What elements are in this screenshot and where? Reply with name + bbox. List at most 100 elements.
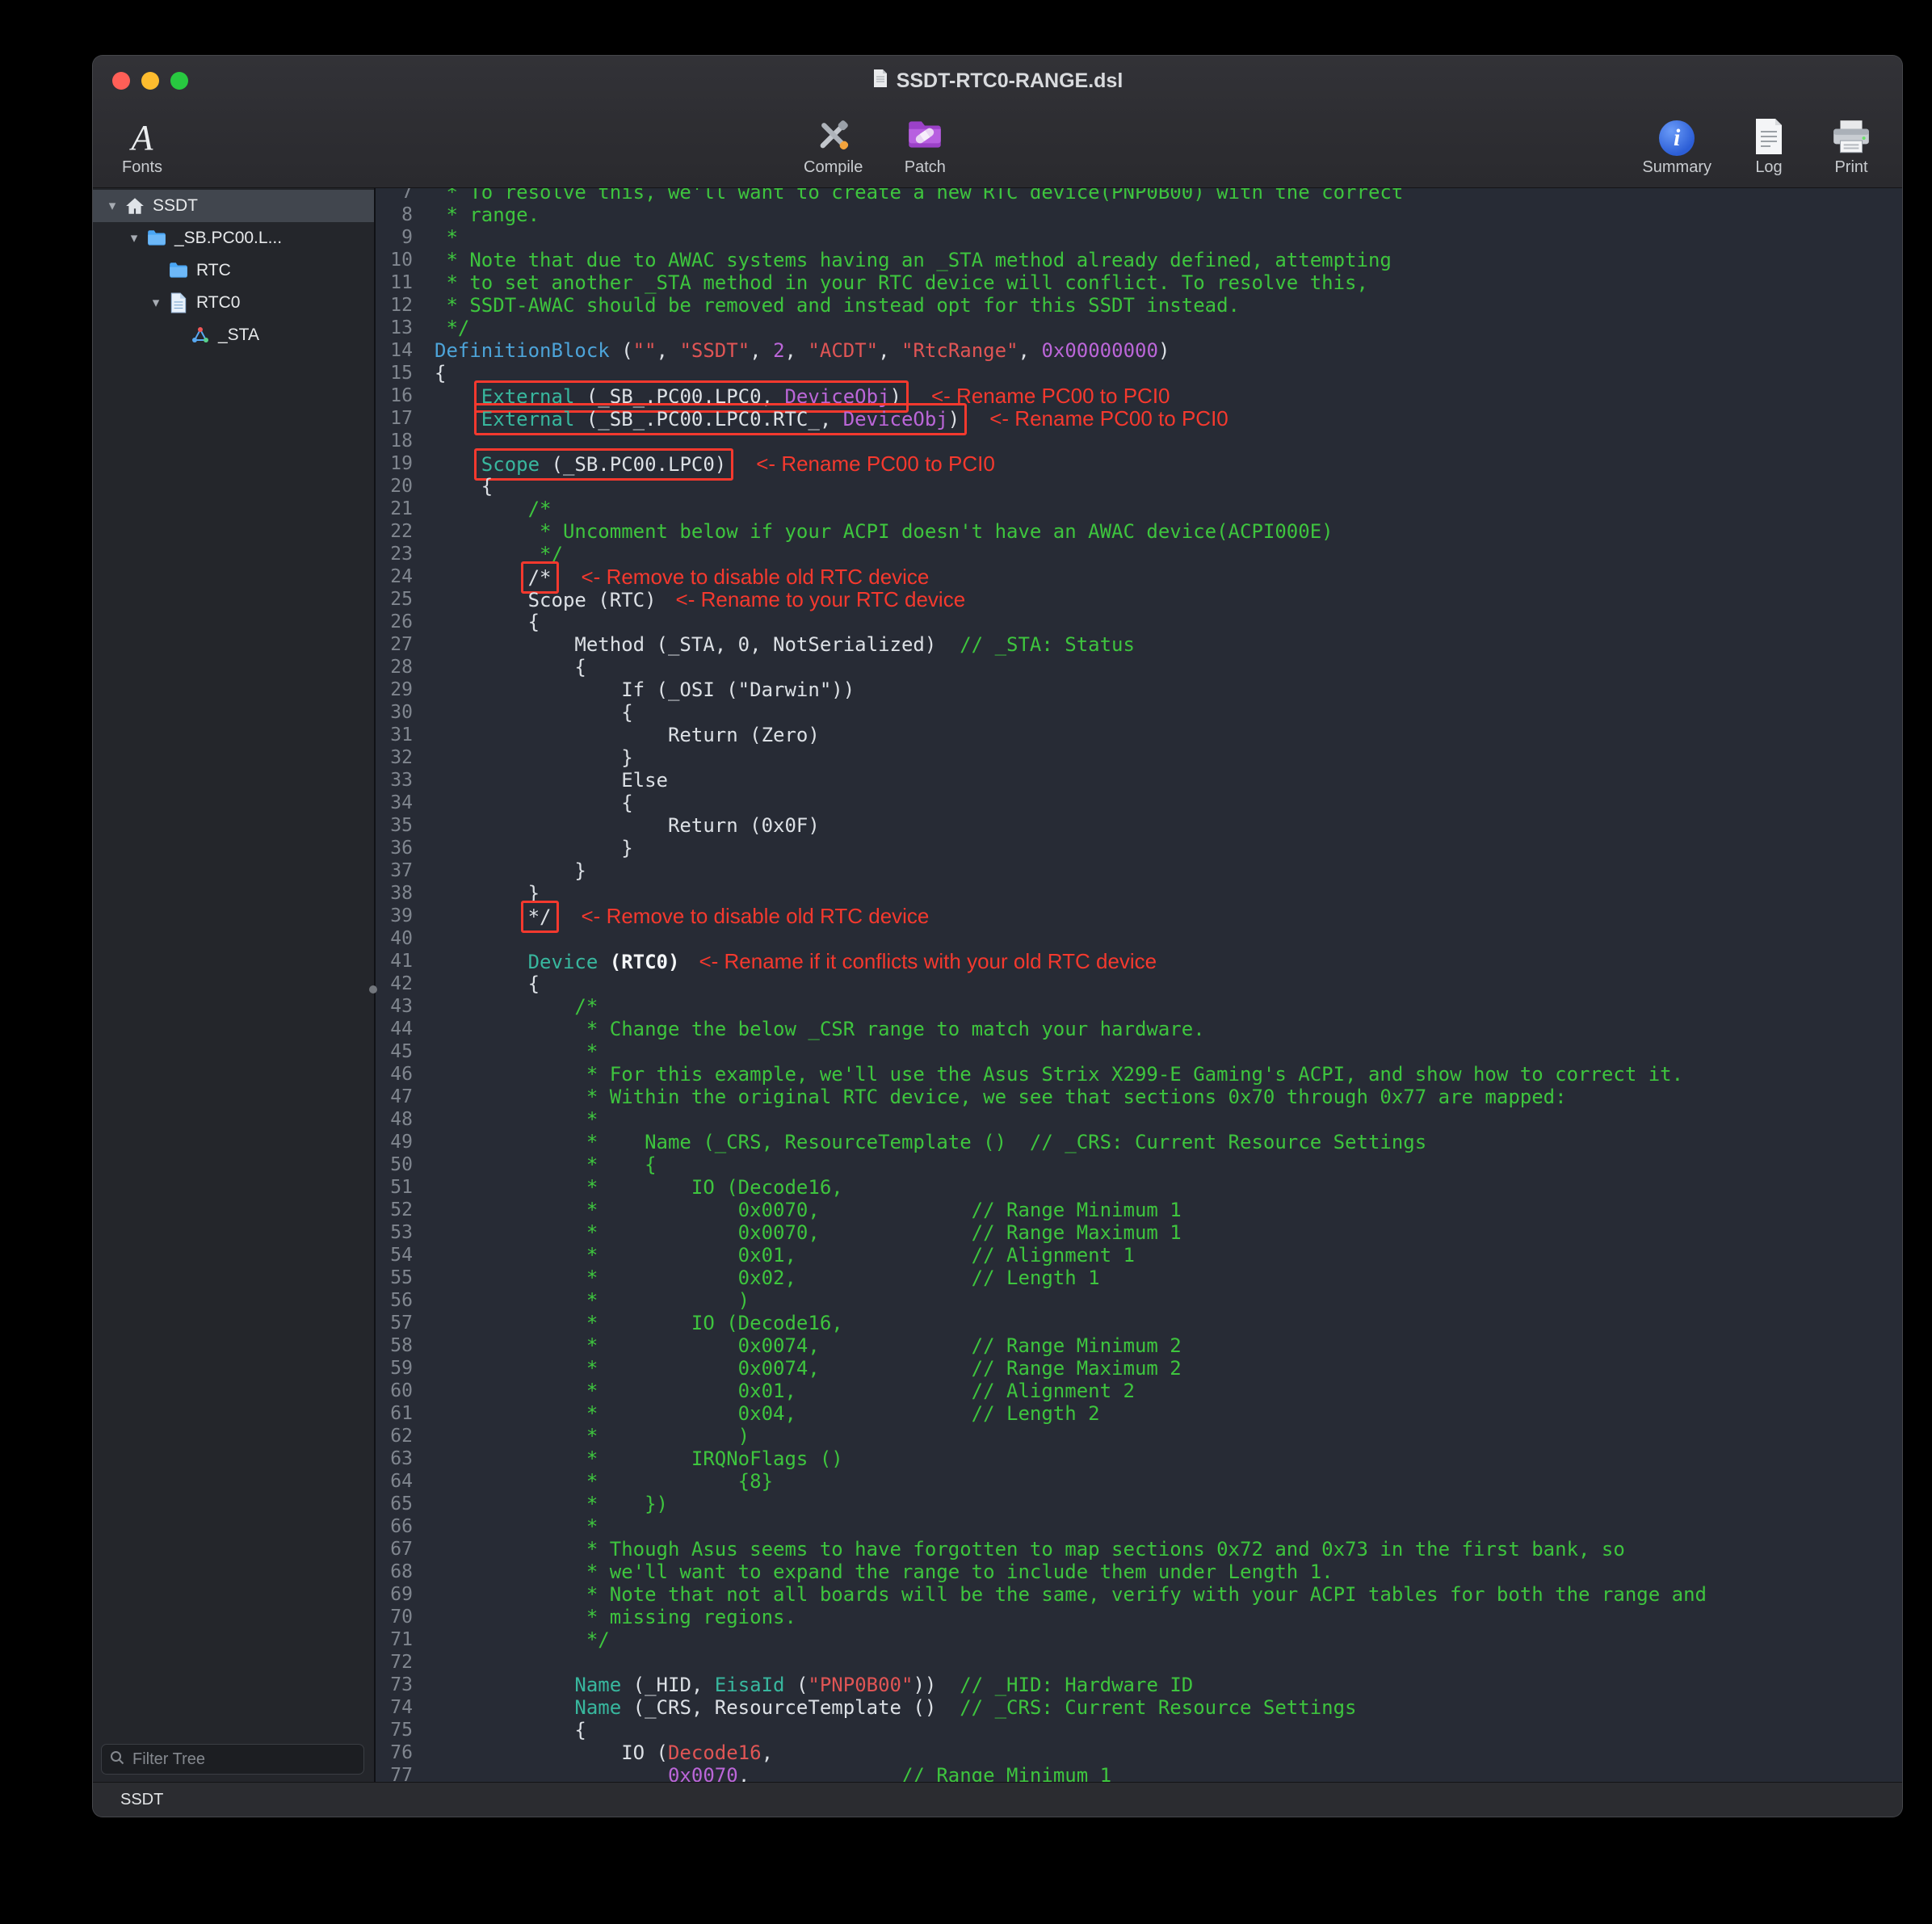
code-text[interactable]: Scope (RTC)<- Rename to your RTC device xyxy=(435,588,965,611)
code-line[interactable]: 59 * 0x0074, // Range Maximum 2 xyxy=(376,1357,1902,1380)
editor[interactable]: 7 * To resolve this, we'll want to creat… xyxy=(376,188,1902,1783)
code-line[interactable]: 47 * Within the original RTC device, we … xyxy=(376,1086,1902,1108)
sidebar-item-ssdt[interactable]: ▾SSDT xyxy=(93,190,374,222)
code-line[interactable]: 62 * ) xyxy=(376,1425,1902,1447)
toolbar-fonts-button[interactable]: AFonts xyxy=(117,111,167,177)
code-text[interactable]: * {8} xyxy=(435,1470,773,1493)
code-line[interactable]: 56 * ) xyxy=(376,1289,1902,1312)
code-text[interactable]: * xyxy=(435,226,458,249)
code-text[interactable]: * 0x01, // Alignment 2 xyxy=(435,1380,1135,1402)
code-line[interactable]: 77 0x0070, // Range Minimum 1 xyxy=(376,1764,1902,1783)
code-text[interactable]: /* xyxy=(435,995,598,1018)
code-line[interactable]: 10 * Note that due to AWAC systems havin… xyxy=(376,249,1902,271)
code-line[interactable]: 35 Return (0x0F) xyxy=(376,814,1902,837)
code-line[interactable]: 51 * IO (Decode16, xyxy=(376,1176,1902,1199)
code-line[interactable]: 50 * { xyxy=(376,1153,1902,1176)
code-text[interactable]: External (_SB_.PC00.LPC0.RTC_, DeviceObj… xyxy=(435,407,1228,430)
code-text[interactable]: * Though Asus seems to have forgotten to… xyxy=(435,1538,1625,1561)
code-line[interactable]: 44 * Change the below _CSR range to matc… xyxy=(376,1018,1902,1040)
code-line[interactable]: 49 * Name (_CRS, ResourceTemplate () // … xyxy=(376,1131,1902,1153)
code-text[interactable]: { xyxy=(435,701,633,724)
code-line[interactable]: 72 xyxy=(376,1651,1902,1674)
code-line[interactable]: 71 */ xyxy=(376,1628,1902,1651)
code-text[interactable]: } xyxy=(435,746,633,769)
code-text[interactable]: * xyxy=(435,1108,598,1131)
sidebar-item-rtc0[interactable]: ▾RTC0 xyxy=(93,287,374,319)
code-text[interactable]: * Within the original RTC device, we see… xyxy=(435,1086,1567,1108)
code-line[interactable]: 23 */ xyxy=(376,543,1902,565)
code-text[interactable]: 0x0070, // Range Minimum 1 xyxy=(435,1764,1111,1783)
sidebar-item-sta[interactable]: _STA xyxy=(93,319,374,351)
code-line[interactable]: 19 Scope (_SB.PC00.LPC0)<- Rename PC00 t… xyxy=(376,452,1902,475)
code-line[interactable]: 67 * Though Asus seems to have forgotten… xyxy=(376,1538,1902,1561)
code-text[interactable]: * For this example, we'll use the Asus S… xyxy=(435,1063,1683,1086)
code-text[interactable]: * { xyxy=(435,1153,657,1176)
code-text[interactable]: Device (RTC0)<- Rename if it conflicts w… xyxy=(435,950,1157,973)
code-text[interactable]: * 0x0070, // Range Maximum 1 xyxy=(435,1221,1182,1244)
code-line[interactable]: 11 * to set another _STA method in your … xyxy=(376,271,1902,294)
code-text[interactable]: { xyxy=(435,362,446,384)
code-text[interactable]: } xyxy=(435,859,586,882)
toolbar-patch-button[interactable]: Patch xyxy=(900,111,950,177)
code-text[interactable]: * Note that not all boards will be the s… xyxy=(435,1583,1707,1606)
code-line[interactable]: 43 /* xyxy=(376,995,1902,1018)
code-text[interactable]: { xyxy=(435,1719,586,1741)
code-text[interactable]: DefinitionBlock ("", "SSDT", 2, "ACDT", … xyxy=(435,339,1170,362)
toolbar-summary-button[interactable]: iSummary xyxy=(1642,111,1712,177)
code-text[interactable]: Method (_STA, 0, NotSerialized) // _STA:… xyxy=(435,633,1135,656)
code-line[interactable]: 42 { xyxy=(376,973,1902,995)
code-line[interactable]: 21 /* xyxy=(376,498,1902,520)
code-text[interactable]: Name (_CRS, ResourceTemplate () // _CRS:… xyxy=(435,1696,1357,1719)
code-text[interactable]: * 0x04, // Length 2 xyxy=(435,1402,1100,1425)
code-text[interactable]: * missing regions. xyxy=(435,1606,796,1628)
code-line[interactable]: 64 * {8} xyxy=(376,1470,1902,1493)
code-line[interactable]: 70 * missing regions. xyxy=(376,1606,1902,1628)
code-line[interactable]: 27 Method (_STA, 0, NotSerialized) // _S… xyxy=(376,633,1902,656)
code-line[interactable]: 28 { xyxy=(376,656,1902,678)
code-line[interactable]: 52 * 0x0070, // Range Minimum 1 xyxy=(376,1199,1902,1221)
code-text[interactable]: * range. xyxy=(435,204,540,226)
split-handle[interactable] xyxy=(369,985,377,994)
code-line[interactable]: 46 * For this example, we'll use the Asu… xyxy=(376,1063,1902,1086)
code-text[interactable]: * SSDT-AWAC should be removed and instea… xyxy=(435,294,1240,317)
code-text[interactable]: * IO (Decode16, xyxy=(435,1312,843,1334)
code-line[interactable]: 48 * xyxy=(376,1108,1902,1131)
code-line[interactable]: 9 * xyxy=(376,226,1902,249)
code-text[interactable]: * Uncomment below if your ACPI doesn't h… xyxy=(435,520,1334,543)
code-line[interactable]: 53 * 0x0070, // Range Maximum 1 xyxy=(376,1221,1902,1244)
filter-field[interactable] xyxy=(101,1744,364,1775)
code-line[interactable]: 22 * Uncomment below if your ACPI doesn'… xyxy=(376,520,1902,543)
code-line[interactable]: 12 * SSDT-AWAC should be removed and ins… xyxy=(376,294,1902,317)
code-line[interactable]: 38 } xyxy=(376,882,1902,905)
code-line[interactable]: 68 * we'll want to expand the range to i… xyxy=(376,1561,1902,1583)
code-line[interactable]: 34 { xyxy=(376,792,1902,814)
code-line[interactable]: 25 Scope (RTC)<- Rename to your RTC devi… xyxy=(376,588,1902,611)
code-text[interactable]: Scope (_SB.PC00.LPC0)<- Rename PC00 to P… xyxy=(435,452,995,475)
code-text[interactable]: * ) xyxy=(435,1289,750,1312)
code-text[interactable]: * 0x0074, // Range Maximum 2 xyxy=(435,1357,1182,1380)
code-text[interactable]: Return (0x0F) xyxy=(435,814,820,837)
code-text[interactable]: * 0x02, // Length 1 xyxy=(435,1267,1100,1289)
toolbar-compile-button[interactable]: Compile xyxy=(804,111,863,177)
code-line[interactable]: 29 If (_OSI ("Darwin")) xyxy=(376,678,1902,701)
code-text[interactable]: */ xyxy=(435,317,469,339)
code-line[interactable]: 58 * 0x0074, // Range Minimum 2 xyxy=(376,1334,1902,1357)
code-text[interactable]: Else xyxy=(435,769,668,792)
code-line[interactable]: 41 Device (RTC0)<- Rename if it conflict… xyxy=(376,950,1902,973)
code-line[interactable]: 39 */<- Remove to disable old RTC device xyxy=(376,905,1902,927)
code-text[interactable]: * 0x0070, // Range Minimum 1 xyxy=(435,1199,1182,1221)
code-text[interactable]: { xyxy=(435,611,540,633)
code-text[interactable]: /*<- Remove to disable old RTC device xyxy=(435,565,929,588)
code-line[interactable]: 17 External (_SB_.PC00.LPC0.RTC_, Device… xyxy=(376,407,1902,430)
code-text[interactable]: */ xyxy=(435,1628,610,1651)
code-text[interactable]: { xyxy=(435,475,493,498)
code-line[interactable]: 26 { xyxy=(376,611,1902,633)
code-line[interactable]: 13 */ xyxy=(376,317,1902,339)
code-text[interactable]: { xyxy=(435,792,633,814)
disclosure-chevron-icon[interactable]: ▾ xyxy=(124,230,144,246)
code-text[interactable]: * ) xyxy=(435,1425,750,1447)
code-text[interactable]: IO (Decode16, xyxy=(435,1741,773,1764)
code-text[interactable]: { xyxy=(435,656,586,678)
code-line[interactable]: 63 * IRQNoFlags () xyxy=(376,1447,1902,1470)
disclosure-chevron-icon[interactable]: ▾ xyxy=(146,295,166,311)
